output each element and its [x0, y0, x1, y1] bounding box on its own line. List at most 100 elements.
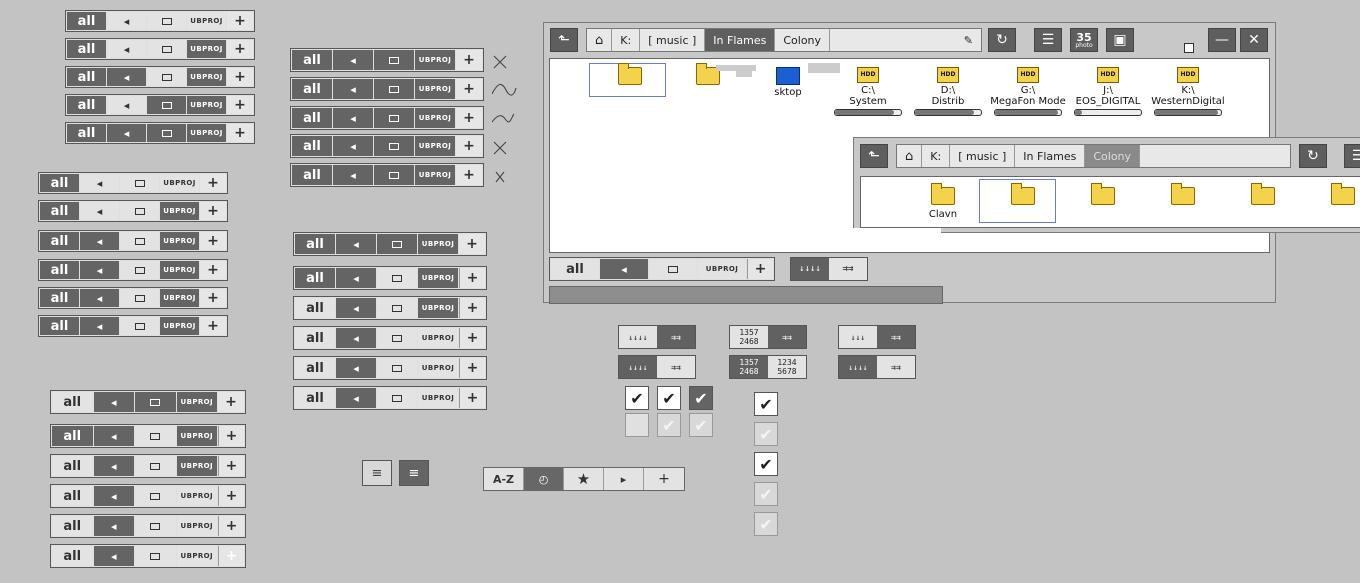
toggle-option[interactable]: 1357 2468 — [730, 356, 768, 378]
toggle-option[interactable]: ↓↓↓↓ — [619, 326, 657, 348]
window-icon[interactable] — [377, 234, 417, 254]
file-item[interactable]: HDD C:\ System — [828, 67, 908, 116]
window-icon[interactable] — [147, 124, 186, 142]
up-button[interactable]: ⬑ — [860, 144, 888, 168]
filter-tag-button[interactable]: UBPROJ — [415, 108, 455, 128]
filter-all-button[interactable]: all — [67, 68, 106, 86]
filter-tag-button[interactable]: UBPROJ — [176, 392, 217, 412]
filter-tag-button[interactable]: UBPROJ — [176, 516, 217, 536]
checkbox[interactable]: ✔ — [657, 386, 681, 410]
toggle-option[interactable]: ↓↓↓↓ — [619, 356, 657, 378]
toggle-option[interactable]: ↓↓↓ — [839, 326, 877, 348]
columns-view-button[interactable]: ↓↓↓↓ — [791, 258, 829, 280]
add-filter-button[interactable]: + — [218, 456, 244, 476]
close-button[interactable]: ✕ — [1240, 28, 1268, 52]
add-filter-button[interactable]: + — [227, 12, 253, 30]
folder-item[interactable] — [1223, 183, 1303, 205]
filter-tag-button[interactable]: UBPROJ — [176, 486, 217, 506]
window-icon[interactable] — [147, 40, 186, 58]
add-filter-button[interactable]: + — [218, 516, 244, 536]
window-icon[interactable] — [135, 392, 176, 412]
speaker-icon[interactable]: ◂ — [107, 68, 146, 86]
filter-all-button[interactable]: all — [295, 388, 335, 408]
toggle-option[interactable]: ↓↓↓↓ — [839, 356, 877, 378]
filter-all-button[interactable]: all — [295, 268, 335, 288]
breadcrumb-item[interactable]: K: — [612, 29, 641, 51]
filter-all-button[interactable]: all — [52, 546, 93, 566]
checkbox[interactable]: ✔ — [689, 386, 713, 410]
window-icon[interactable] — [120, 289, 159, 307]
edit-path-icon[interactable]: ✎ — [956, 29, 981, 51]
home-icon[interactable]: ⌂ — [897, 145, 923, 167]
speaker-icon[interactable]: ◂ — [600, 259, 648, 279]
refresh-button[interactable]: ↻ — [1299, 144, 1327, 168]
filter-tag-button[interactable]: UBPROJ — [176, 546, 217, 566]
filter-tag-button[interactable]: UBPROJ — [176, 456, 217, 476]
filter-tag-button[interactable]: UBPROJ — [160, 174, 199, 192]
window-icon[interactable] — [120, 317, 159, 335]
add-filter-button[interactable]: + — [218, 546, 244, 566]
sort-az-button[interactable]: A-Z — [484, 468, 524, 490]
add-filter-button[interactable]: + — [456, 108, 482, 128]
breadcrumb-item[interactable]: Colony — [1085, 145, 1141, 167]
toggle-option[interactable]: ⇉⇉ — [657, 326, 695, 348]
window-icon[interactable] — [135, 546, 176, 566]
add-filter-button[interactable]: + — [459, 388, 485, 408]
filter-tag-button[interactable]: UBPROJ — [187, 68, 226, 86]
window-icon[interactable] — [374, 108, 414, 128]
add-filter-button[interactable]: + — [459, 268, 485, 288]
filter-all-button[interactable]: all — [551, 259, 599, 279]
filter-tag-button[interactable]: UBPROJ — [187, 40, 226, 58]
add-filter-button[interactable]: + — [200, 289, 226, 307]
speaker-icon[interactable]: ◂ — [80, 289, 119, 307]
up-button[interactable]: ⬑ — [550, 28, 578, 52]
filter-tag-button[interactable]: UBPROJ — [160, 202, 199, 220]
filter-tag-button[interactable]: UBPROJ — [160, 232, 199, 250]
speaker-icon[interactable]: ◂ — [333, 50, 373, 70]
speaker-icon[interactable]: ◂ — [80, 261, 119, 279]
add-filter-button[interactable]: + — [218, 426, 244, 446]
speaker-icon[interactable]: ◂ — [93, 456, 134, 476]
filter-tag-button[interactable]: UBPROJ — [187, 96, 226, 114]
window-icon[interactable] — [374, 165, 414, 185]
speaker-icon[interactable]: ◂ — [333, 165, 373, 185]
checkbox[interactable]: ✔ — [625, 413, 649, 437]
minimize-button[interactable]: — — [1208, 28, 1236, 52]
checkbox[interactable]: ✔ — [754, 482, 778, 506]
sort-cursor-button[interactable]: ▸ — [604, 468, 644, 490]
view-settings-button[interactable]: ☰ — [1344, 144, 1360, 168]
window-icon[interactable] — [147, 96, 186, 114]
window-icon[interactable] — [377, 328, 417, 348]
filter-tag-button[interactable]: UBPROJ — [176, 426, 217, 446]
window-icon[interactable] — [120, 261, 159, 279]
add-filter-button[interactable]: + — [200, 261, 226, 279]
speaker-icon[interactable]: ◂ — [336, 358, 376, 378]
speaker-icon[interactable]: ◂ — [107, 40, 146, 58]
restore-icon[interactable] — [1184, 43, 1194, 53]
window-icon[interactable] — [374, 50, 414, 70]
filter-tag-button[interactable]: UBPROJ — [418, 388, 458, 408]
folder-item[interactable] — [1303, 183, 1360, 205]
file-item[interactable]: HDD K:\ WesternDigital — [1148, 67, 1228, 116]
refresh-button[interactable]: ↻ — [988, 28, 1016, 52]
breadcrumb-item[interactable]: Colony — [775, 29, 831, 51]
window-icon[interactable] — [374, 79, 414, 99]
add-filter-button[interactable]: + — [227, 124, 253, 142]
folder-item[interactable]: Clavn — [903, 183, 983, 220]
filter-all-button[interactable]: all — [295, 298, 335, 318]
filter-tag-button[interactable]: UBPROJ — [187, 124, 226, 142]
filter-all-button[interactable]: all — [40, 261, 79, 279]
toggle-option[interactable]: ⇉⇉ — [768, 326, 806, 348]
breadcrumb-item[interactable]: In Flames — [705, 29, 776, 51]
filter-all-button[interactable]: all — [292, 165, 332, 185]
add-filter-button[interactable]: + — [218, 392, 244, 412]
window-icon[interactable] — [135, 486, 176, 506]
speaker-icon[interactable]: ◂ — [336, 268, 376, 288]
file-item[interactable] — [590, 63, 670, 87]
filter-tag-button[interactable]: UBPROJ — [698, 259, 746, 279]
speaker-icon[interactable]: ◂ — [107, 124, 146, 142]
checkbox[interactable]: ✔ — [754, 512, 778, 536]
filter-tag-button[interactable]: UBPROJ — [415, 50, 455, 70]
filter-all-button[interactable]: all — [292, 50, 332, 70]
window-icon[interactable] — [135, 456, 176, 476]
